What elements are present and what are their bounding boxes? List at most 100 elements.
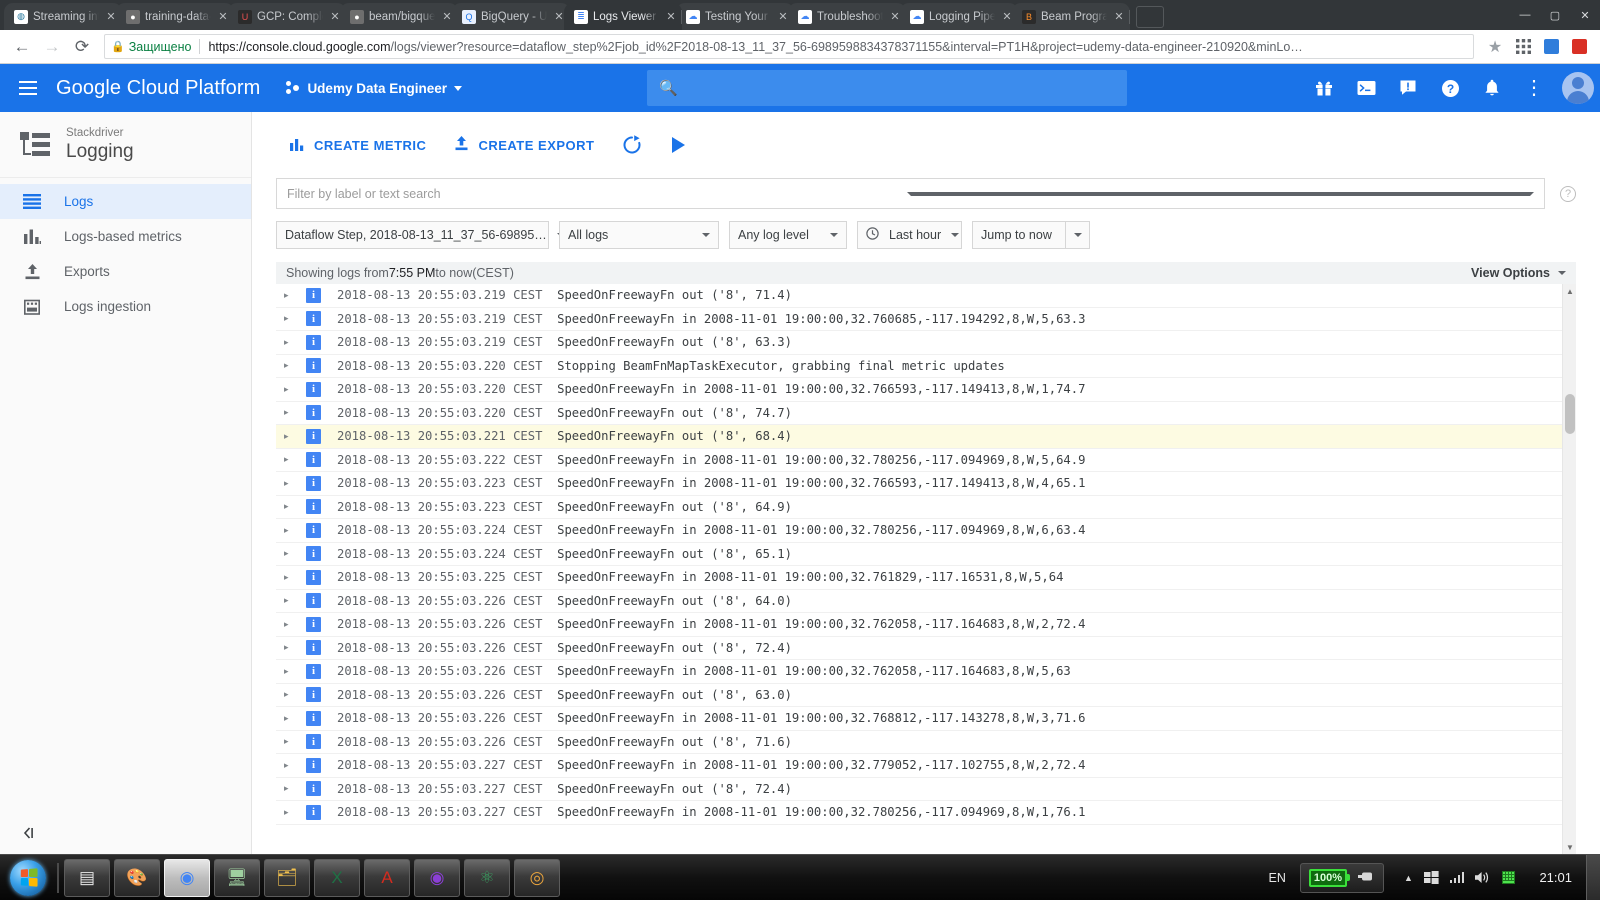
network-signal-icon[interactable] — [1449, 872, 1465, 883]
taskbar-notepad-icon[interactable]: ▤ — [64, 858, 110, 897]
log-row[interactable]: ▸ i 2018-08-13 20:55:03.223 CEST SpeedOnFr… — [276, 496, 1562, 519]
bookmark-star-icon[interactable]: ★ — [1482, 34, 1508, 60]
start-button[interactable] — [2, 858, 54, 898]
taskbar-monitor-icon[interactable]: 🖥 — [214, 858, 260, 897]
browser-tab[interactable]: B Beam Programm ✕ — [1012, 3, 1130, 30]
log-row[interactable]: ▸ i 2018-08-13 20:55:03.219 CEST SpeedOnFr… — [276, 331, 1562, 355]
log-row[interactable]: ▸ i 2018-08-13 20:55:03.223 CEST SpeedOnFr… — [276, 472, 1562, 496]
expand-row-icon[interactable]: ▸ — [284, 783, 306, 794]
search-input[interactable] — [689, 80, 1115, 96]
global-search-box[interactable]: 🔍 — [646, 70, 1127, 106]
filter-search-input[interactable]: Filter by label or text search — [276, 178, 1545, 209]
log-row[interactable]: ▸ i 2018-08-13 20:55:03.224 CEST SpeedOnFr… — [276, 519, 1562, 543]
log-row[interactable]: ▸ i 2018-08-13 20:55:03.220 CEST SpeedOnFr… — [276, 378, 1562, 402]
sidebar-item-logs-based-metrics[interactable]: Logs-based metrics — [0, 219, 251, 254]
log-scrollbar[interactable]: ▲ ▼ — [1562, 284, 1576, 854]
log-row[interactable]: ▸ i 2018-08-13 20:55:03.227 CEST SpeedOnFr… — [276, 754, 1562, 778]
help-icon[interactable]: ? — [1430, 68, 1470, 108]
log-row[interactable]: ▸ i 2018-08-13 20:55:03.226 CEST SpeedOnFr… — [276, 731, 1562, 754]
sidebar-item-exports[interactable]: Exports — [0, 254, 251, 289]
expand-row-icon[interactable]: ▸ — [284, 736, 306, 747]
tab-close-button[interactable]: ✕ — [1112, 10, 1126, 24]
expand-row-icon[interactable]: ▸ — [284, 360, 306, 371]
browser-tab[interactable]: QBigQuery - Ude✕ — [452, 3, 570, 30]
scrollbar-thumb[interactable] — [1565, 394, 1575, 434]
chevron-down-icon[interactable] — [906, 191, 1534, 196]
log-row[interactable]: ▸ i 2018-08-13 20:55:03.219 CEST SpeedOnFr… — [276, 308, 1562, 331]
expand-row-icon[interactable]: ▸ — [284, 454, 306, 465]
battery-indicator[interactable]: 100% — [1299, 862, 1385, 893]
taskbar-acrobat-icon[interactable]: A — [364, 858, 410, 897]
gcp-brand[interactable]: Google Cloud Platform — [56, 77, 260, 100]
expand-row-icon[interactable]: ▸ — [284, 619, 306, 630]
logs-selector[interactable]: All logs — [559, 221, 719, 249]
taskbar-atom-icon[interactable]: ⚛ — [464, 858, 510, 897]
sidebar-item-logs[interactable]: Logs — [0, 184, 251, 219]
time-range-selector[interactable]: Last hour — [857, 221, 962, 249]
expand-row-icon[interactable]: ▸ — [284, 595, 306, 606]
windows-flag-icon[interactable] — [1423, 871, 1439, 884]
refresh-icon[interactable] — [609, 125, 655, 165]
expand-row-icon[interactable]: ▸ — [284, 525, 306, 536]
expand-row-icon[interactable]: ▸ — [284, 548, 306, 559]
help-circle-icon[interactable]: ? — [1560, 185, 1576, 202]
log-row[interactable]: ▸ i 2018-08-13 20:55:03.226 CEST SpeedOnFr… — [276, 660, 1562, 684]
back-button[interactable]: ← — [8, 33, 36, 61]
browser-tab[interactable]: ☁Testing Your Pi✕ — [676, 3, 794, 30]
cloud-shell-icon[interactable] — [1346, 68, 1386, 108]
log-row[interactable]: ▸ i 2018-08-13 20:55:03.221 CEST SpeedOnFr… — [276, 425, 1562, 449]
browser-tab[interactable]: ☁Logging Pipelin✕ — [900, 3, 1018, 30]
close-window-button[interactable]: ✕ — [1570, 2, 1600, 28]
log-row[interactable]: ▸ i 2018-08-13 20:55:03.227 CEST SpeedOnFr… — [276, 778, 1562, 801]
expand-row-icon[interactable]: ▸ — [284, 290, 306, 301]
expand-row-icon[interactable]: ▸ — [284, 384, 306, 395]
scroll-down-arrow[interactable]: ▼ — [1563, 840, 1576, 854]
log-row[interactable]: ▸ i 2018-08-13 20:55:03.220 CEST SpeedOnFr… — [276, 402, 1562, 425]
play-icon[interactable] — [655, 125, 701, 165]
log-row[interactable]: ▸ i 2018-08-13 20:55:03.226 CEST SpeedOnFr… — [276, 590, 1562, 613]
expand-row-icon[interactable]: ▸ — [284, 313, 306, 324]
reload-button[interactable]: ⟳ — [68, 33, 96, 61]
browser-tab[interactable]: ☁Troubleshootin✕ — [788, 3, 906, 30]
expand-row-icon[interactable]: ▸ — [284, 478, 306, 489]
expand-row-icon[interactable]: ▸ — [284, 407, 306, 418]
taskbar-excel-icon[interactable]: X — [314, 858, 360, 897]
feedback-icon[interactable] — [1388, 68, 1428, 108]
expand-row-icon[interactable]: ▸ — [284, 666, 306, 677]
address-bar[interactable]: 🔒 Защищено https://console.cloud.google.… — [104, 34, 1474, 59]
expand-row-icon[interactable]: ▸ — [284, 713, 306, 724]
log-row[interactable]: ▸ i 2018-08-13 20:55:03.226 CEST SpeedOnFr… — [276, 684, 1562, 707]
taskbar-clock[interactable]: 21:01 — [1525, 870, 1586, 885]
minimize-button[interactable]: — — [1510, 2, 1540, 28]
log-row[interactable]: ▸ i 2018-08-13 20:55:03.224 CEST SpeedOnFr… — [276, 543, 1562, 566]
create-metric-button[interactable]: CREATE METRIC — [276, 129, 440, 162]
browser-tab[interactable]: ≣ Logs Viewer - L ✕ — [564, 3, 682, 30]
browser-tab[interactable]: ●beam/bigquery✕ — [340, 3, 458, 30]
maximize-button[interactable]: ▢ — [1540, 2, 1570, 28]
jump-to-now-button[interactable]: Jump to now — [972, 221, 1065, 249]
avatar[interactable] — [1562, 72, 1594, 104]
taskbar-file-explorer-icon[interactable]: 🗂 — [264, 858, 310, 897]
log-row[interactable]: ▸ i 2018-08-13 20:55:03.225 CEST SpeedOnFr… — [276, 566, 1562, 590]
log-row[interactable]: ▸ i 2018-08-13 20:55:03.222 CEST SpeedOnFr… — [276, 449, 1562, 472]
keyboard-layout-icon[interactable] — [1502, 871, 1516, 884]
show-hidden-icons-arrow[interactable]: ▲ — [1404, 873, 1413, 883]
expand-row-icon[interactable]: ▸ — [284, 689, 306, 700]
jump-dropdown-button[interactable] — [1065, 221, 1090, 249]
tab-close-button[interactable]: ✕ — [664, 10, 678, 24]
expand-row-icon[interactable]: ▸ — [284, 760, 306, 771]
more-vert-icon[interactable]: ⋮ — [1514, 68, 1554, 108]
expand-row-icon[interactable]: ▸ — [284, 572, 306, 583]
collapse-sidebar-button[interactable] — [0, 812, 251, 854]
browser-tab[interactable]: ◍Streaming into✕ — [4, 3, 122, 30]
log-level-selector[interactable]: Any log level — [729, 221, 847, 249]
log-row[interactable]: ▸ i 2018-08-13 20:55:03.219 CEST SpeedOnFr… — [276, 284, 1562, 308]
log-row[interactable]: ▸ i 2018-08-13 20:55:03.220 CEST Stopping … — [276, 355, 1562, 378]
extension-blue-icon[interactable] — [1538, 34, 1564, 60]
gift-icon[interactable] — [1304, 68, 1344, 108]
log-row[interactable]: ▸ i 2018-08-13 20:55:03.226 CEST SpeedOnFr… — [276, 637, 1562, 660]
expand-row-icon[interactable]: ▸ — [284, 642, 306, 653]
scroll-up-arrow[interactable]: ▲ — [1563, 284, 1576, 298]
taskbar-chrome-icon[interactable]: ◉ — [164, 858, 210, 897]
sidebar-item-logs-ingestion[interactable]: Logs ingestion — [0, 289, 251, 324]
